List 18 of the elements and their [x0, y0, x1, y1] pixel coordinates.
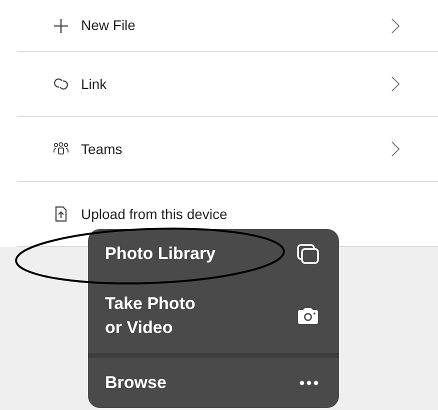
row-label: Upload from this device: [81, 204, 228, 224]
plus-icon: [53, 18, 69, 34]
people-icon: [53, 142, 69, 156]
link-icon: [53, 77, 69, 91]
menu-label: Browse: [105, 372, 168, 394]
row-label: New File: [81, 16, 136, 35]
menu-item[interactable]: Browse: [88, 353, 339, 408]
list-row[interactable]: New File: [17, 0, 438, 52]
row-label: Teams: [81, 140, 124, 158]
camera-icon: [297, 307, 319, 325]
list-row[interactable]: Link: [17, 52, 438, 117]
more-icon: [299, 380, 319, 386]
menu-label: Take Photo or Video: [105, 293, 196, 339]
photos-icon: [297, 244, 319, 264]
row-label: Link: [81, 74, 108, 94]
upload-file-icon: [54, 206, 68, 222]
list-row[interactable]: Teams: [17, 117, 438, 182]
menu-item[interactable]: Take Photo or Video: [88, 279, 339, 353]
